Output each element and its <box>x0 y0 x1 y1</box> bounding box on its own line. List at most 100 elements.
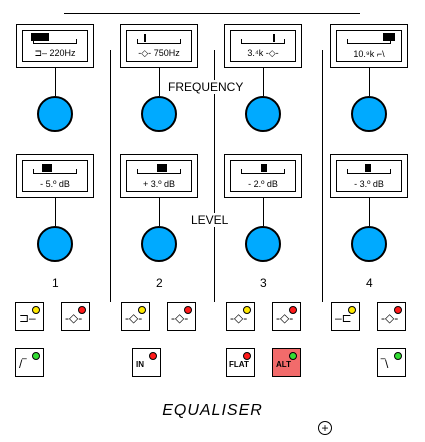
frequency-knob-1[interactable] <box>37 96 73 132</box>
level-value: + 3.º dB <box>142 179 176 189</box>
level-scale <box>33 169 77 174</box>
led-red <box>149 352 157 360</box>
low-shelf-button-1[interactable]: ⊐– <box>15 302 44 331</box>
frequency-section-label: FREQUENCY <box>166 80 246 94</box>
level-marker <box>365 164 371 172</box>
peak-button-2a[interactable]: -◇- <box>121 302 150 331</box>
top-divider <box>64 13 360 14</box>
channel-divider-3-4 <box>322 50 323 302</box>
channel-number-4: 4 <box>366 276 373 290</box>
led-red <box>289 306 297 314</box>
frequency-scale <box>241 39 285 44</box>
low-shelf-icon: ⊐– <box>19 311 36 325</box>
panel-title: EQUALISER <box>162 402 263 419</box>
peak-icon: -◇- <box>138 48 152 58</box>
frequency-display-4[interactable]: 10.⁹k ⌐\ <box>330 24 408 68</box>
level-display-2[interactable]: + 3.º dB <box>120 154 198 198</box>
frequency-scale <box>33 39 77 44</box>
frequency-marker <box>144 34 146 42</box>
led-yellow <box>138 306 146 314</box>
frequency-display-3[interactable]: 3.⁴k -◇- <box>224 24 302 68</box>
display-screen: ⊐– 220Hz <box>22 30 88 62</box>
low-pass-button[interactable]: ‾\ <box>377 348 406 377</box>
level-value: - 5.º dB <box>40 179 70 189</box>
connector <box>263 198 264 226</box>
level-section-label: LEVEL <box>189 213 231 227</box>
peak-icon: -◇- <box>171 311 189 325</box>
frequency-text: 220Hz <box>49 48 76 58</box>
level-marker <box>261 164 267 172</box>
level-value: - 2.º dB <box>248 179 278 189</box>
frequency-knob-4[interactable] <box>351 96 387 132</box>
level-display-1[interactable]: - 5.º dB <box>16 154 94 198</box>
level-scale <box>347 169 391 174</box>
level-knob-3[interactable] <box>245 226 281 262</box>
plus-circle-icon[interactable]: + <box>318 421 332 435</box>
high-pass-button[interactable]: /‾ <box>15 348 44 377</box>
connector <box>369 68 370 96</box>
peak-button-3b[interactable]: -◇- <box>272 302 301 331</box>
in-button[interactable]: IN <box>132 348 161 377</box>
level-marker <box>42 164 52 172</box>
led-red <box>243 352 251 360</box>
peak-icon: -◇- <box>230 311 248 325</box>
level-knob-2[interactable] <box>141 226 177 262</box>
level-scale <box>137 169 181 174</box>
frequency-scale <box>137 39 181 44</box>
frequency-marker <box>383 33 395 41</box>
channel-number-3: 3 <box>260 276 267 290</box>
led-yellow <box>32 306 40 314</box>
peak-button-1[interactable]: -◇- <box>61 302 90 331</box>
display-screen: - 2.º dB <box>230 160 296 192</box>
frequency-value: ⊐– 220Hz <box>23 48 87 59</box>
peak-icon: -◇- <box>125 311 143 325</box>
peak-icon: -◇- <box>276 311 294 325</box>
flat-label: FLAT <box>229 360 249 369</box>
channel-number-2: 2 <box>156 276 163 290</box>
display-screen: + 3.º dB <box>126 160 192 192</box>
level-knob-4[interactable] <box>351 226 387 262</box>
peak-button-4[interactable]: -◇- <box>377 302 406 331</box>
frequency-scale <box>347 39 391 44</box>
led-yellow <box>348 306 356 314</box>
frequency-text: 750Hz <box>153 48 180 58</box>
peak-button-3a[interactable]: -◇- <box>226 302 255 331</box>
display-screen: -◇- 750Hz <box>126 30 192 62</box>
led-yellow <box>243 306 251 314</box>
level-display-3[interactable]: - 2.º dB <box>224 154 302 198</box>
peak-icon: -◇- <box>381 311 399 325</box>
frequency-text: 10.⁹k <box>353 49 375 59</box>
frequency-marker <box>273 34 275 42</box>
level-display-4[interactable]: - 3.º dB <box>330 154 408 198</box>
led-green <box>32 352 40 360</box>
level-value: - 3.º dB <box>354 179 384 189</box>
connector <box>159 68 160 96</box>
frequency-display-2[interactable]: -◇- 750Hz <box>120 24 198 68</box>
frequency-display-1[interactable]: ⊐– 220Hz <box>16 24 94 68</box>
led-green <box>394 352 402 360</box>
level-scale <box>241 169 285 174</box>
frequency-knob-3[interactable] <box>245 96 281 132</box>
frequency-value: 3.⁴k -◇- <box>231 48 295 59</box>
flat-button[interactable]: FLAT <box>226 348 255 377</box>
high-shelf-button-4[interactable]: –⊏ <box>331 302 360 331</box>
connector <box>369 198 370 226</box>
display-screen: 3.⁴k -◇- <box>230 30 296 62</box>
high-pass-icon: /‾ <box>19 357 27 371</box>
frequency-knob-2[interactable] <box>141 96 177 132</box>
alt-button[interactable]: ALT <box>272 348 301 377</box>
led-red <box>78 306 86 314</box>
display-screen: - 5.º dB <box>22 160 88 192</box>
level-knob-1[interactable] <box>37 226 73 262</box>
connector <box>55 198 56 226</box>
low-shelf-icon: ⊐– <box>34 48 47 58</box>
alt-label: ALT <box>276 360 291 369</box>
connector <box>55 68 56 96</box>
in-label: IN <box>136 360 144 369</box>
connector <box>263 68 264 96</box>
peak-icon: -◇- <box>265 48 279 58</box>
low-pass-icon: ‾\ <box>381 357 389 371</box>
led-red <box>184 306 192 314</box>
peak-button-2b[interactable]: -◇- <box>167 302 196 331</box>
level-marker <box>157 164 167 172</box>
